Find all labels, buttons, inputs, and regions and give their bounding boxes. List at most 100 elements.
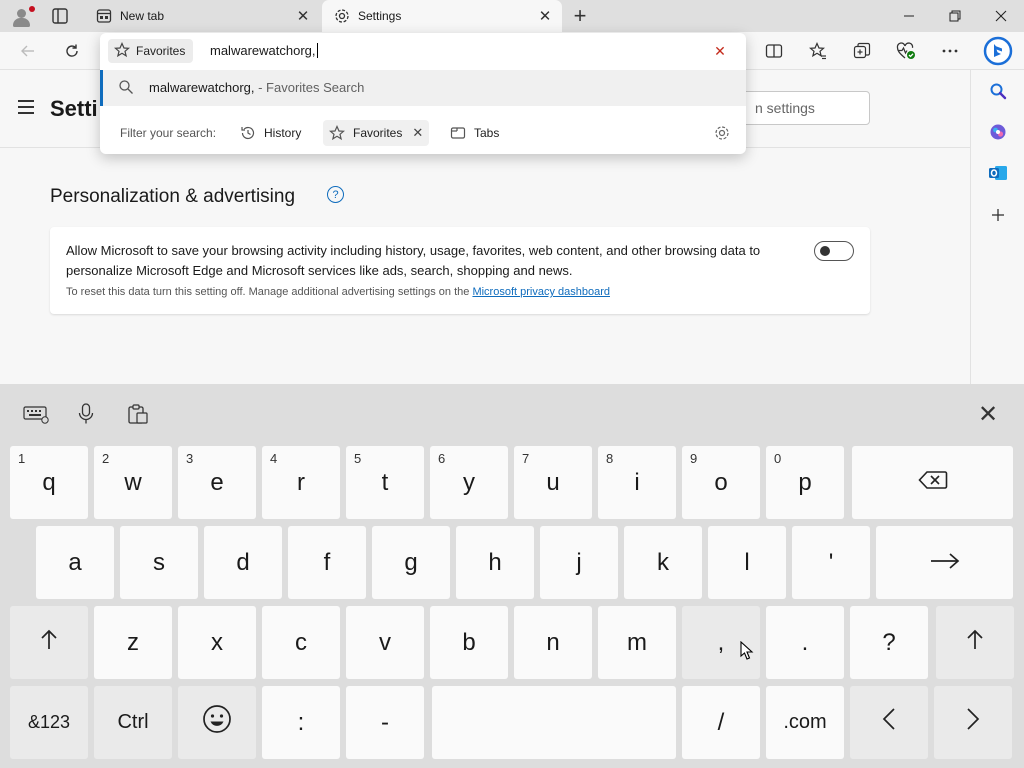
add-icon[interactable]	[985, 202, 1011, 228]
key-l[interactable]: l	[708, 526, 786, 599]
key-f[interactable]: f	[288, 526, 366, 599]
emoji-key[interactable]	[178, 686, 256, 759]
arrow-left-key[interactable]	[850, 686, 928, 759]
key-j[interactable]: j	[540, 526, 618, 599]
ctrl-key[interactable]: Ctrl	[94, 686, 172, 759]
filter-tabs[interactable]: Tabs	[444, 120, 505, 146]
key-a[interactable]: a	[36, 526, 114, 599]
search-icon	[118, 79, 134, 100]
search-icon[interactable]	[985, 78, 1011, 104]
tab-new-tab[interactable]: New tab ✕	[84, 0, 320, 32]
backspace-key[interactable]	[852, 446, 1013, 519]
symbols-key[interactable]: &123	[10, 686, 88, 759]
tab-label: Settings	[358, 9, 402, 23]
keyboard-settings-icon[interactable]	[22, 400, 50, 428]
close-tab-icon[interactable]: ✕	[534, 5, 556, 27]
shift-arrow-icon	[40, 628, 58, 657]
close-tab-icon[interactable]: ✕	[292, 5, 314, 27]
key-colon[interactable]: :	[262, 686, 340, 759]
outlook-icon[interactable]	[985, 160, 1011, 186]
key-w[interactable]: 2w	[94, 446, 172, 519]
filter-label: Filter your search:	[120, 126, 217, 140]
backspace-icon	[917, 469, 948, 497]
key-c[interactable]: c	[262, 606, 340, 679]
key-u[interactable]: 7u	[514, 446, 592, 519]
key-n[interactable]: n	[514, 606, 592, 679]
split-screen-icon[interactable]	[760, 38, 788, 64]
refresh-button[interactable]	[58, 38, 86, 64]
privacy-dashboard-link[interactable]: Microsoft privacy dashboard	[472, 286, 610, 298]
menu-icon[interactable]	[18, 100, 38, 116]
profile-avatar-icon[interactable]	[8, 4, 36, 28]
key-g[interactable]: g	[372, 526, 450, 599]
shift-key-right[interactable]	[936, 606, 1014, 679]
key-t[interactable]: 5t	[346, 446, 424, 519]
dotcom-key[interactable]: .com	[766, 686, 844, 759]
key-period[interactable]: .	[766, 606, 844, 679]
space-key[interactable]	[432, 686, 676, 759]
personalization-card: Allow Microsoft to save your browsing ac…	[50, 227, 870, 314]
key-y[interactable]: 6y	[430, 446, 508, 519]
key-d[interactable]: d	[204, 526, 282, 599]
restore-button[interactable]	[932, 0, 978, 32]
clear-icon[interactable]: ✕	[710, 41, 730, 61]
key-question[interactable]: ?	[850, 606, 928, 679]
key-p[interactable]: 0p	[766, 446, 844, 519]
help-icon[interactable]: ?	[327, 186, 344, 203]
tab-strip: New tab ✕ Settings ✕ +	[0, 0, 1024, 32]
key-o[interactable]: 9o	[682, 446, 760, 519]
microphone-icon[interactable]	[72, 400, 100, 428]
browser-essentials-icon[interactable]	[892, 38, 920, 64]
more-options-icon[interactable]	[936, 38, 964, 64]
search-settings-input[interactable]: n settings	[730, 91, 870, 125]
close-keyboard-button[interactable]: ✕	[974, 400, 1002, 428]
key-dash[interactable]: -	[346, 686, 424, 759]
newtab-page-icon	[96, 8, 112, 24]
bing-copilot-icon[interactable]	[982, 35, 1014, 67]
close-window-button[interactable]	[978, 0, 1024, 32]
page-title: Setti	[50, 96, 98, 121]
tab-actions-icon[interactable]	[48, 6, 72, 26]
shift-arrow-icon	[966, 628, 984, 657]
key-h[interactable]: h	[456, 526, 534, 599]
minimize-button[interactable]	[886, 0, 932, 32]
shift-key-left[interactable]	[10, 606, 88, 679]
key-x[interactable]: x	[178, 606, 256, 679]
clipboard-icon[interactable]	[124, 400, 152, 428]
key-k[interactable]: k	[624, 526, 702, 599]
card-description: Allow Microsoft to save your browsing ac…	[66, 243, 761, 278]
enter-key[interactable]	[876, 526, 1013, 599]
key-e[interactable]: 3e	[178, 446, 256, 519]
key-b[interactable]: b	[430, 606, 508, 679]
filter-history[interactable]: History	[234, 120, 307, 146]
remove-filter-icon[interactable]: ✕	[412, 125, 423, 141]
chevron-left-icon	[882, 707, 896, 738]
key-z[interactable]: z	[94, 606, 172, 679]
filter-favorites[interactable]: Favorites ✕	[323, 120, 430, 146]
key-q[interactable]: 1q	[10, 446, 88, 519]
tab-settings[interactable]: Settings ✕	[322, 0, 562, 32]
personalization-toggle[interactable]	[814, 241, 854, 261]
key-s[interactable]: s	[120, 526, 198, 599]
collections-icon[interactable]	[848, 38, 876, 64]
favorites-scope-chip[interactable]: Favorites	[108, 39, 194, 63]
tab-label: New tab	[120, 9, 165, 23]
back-button[interactable]	[14, 38, 42, 64]
address-bar-dropdown: Favorites malwarewatchorg, ✕ malwarewatc…	[100, 33, 746, 154]
search-settings-gear-icon[interactable]	[714, 125, 730, 146]
arrow-right-key[interactable]	[934, 686, 1012, 759]
key-v[interactable]: v	[346, 606, 424, 679]
new-tab-button[interactable]: +	[568, 3, 592, 28]
tools-icon[interactable]	[985, 119, 1011, 145]
address-input[interactable]: malwarewatchorg,	[210, 43, 318, 58]
suggestion-item[interactable]: malwarewatchorg, - Favorites Search	[100, 70, 746, 106]
key-slash[interactable]: /	[682, 686, 760, 759]
address-bar[interactable]: Favorites malwarewatchorg, ✕	[100, 33, 746, 69]
favorites-icon[interactable]	[804, 38, 832, 64]
emoji-smiley-icon	[202, 704, 232, 741]
key-apostrophe[interactable]: '	[792, 526, 870, 599]
edge-sidebar	[970, 70, 1024, 384]
key-r[interactable]: 4r	[262, 446, 340, 519]
key-m[interactable]: m	[598, 606, 676, 679]
key-i[interactable]: 8i	[598, 446, 676, 519]
